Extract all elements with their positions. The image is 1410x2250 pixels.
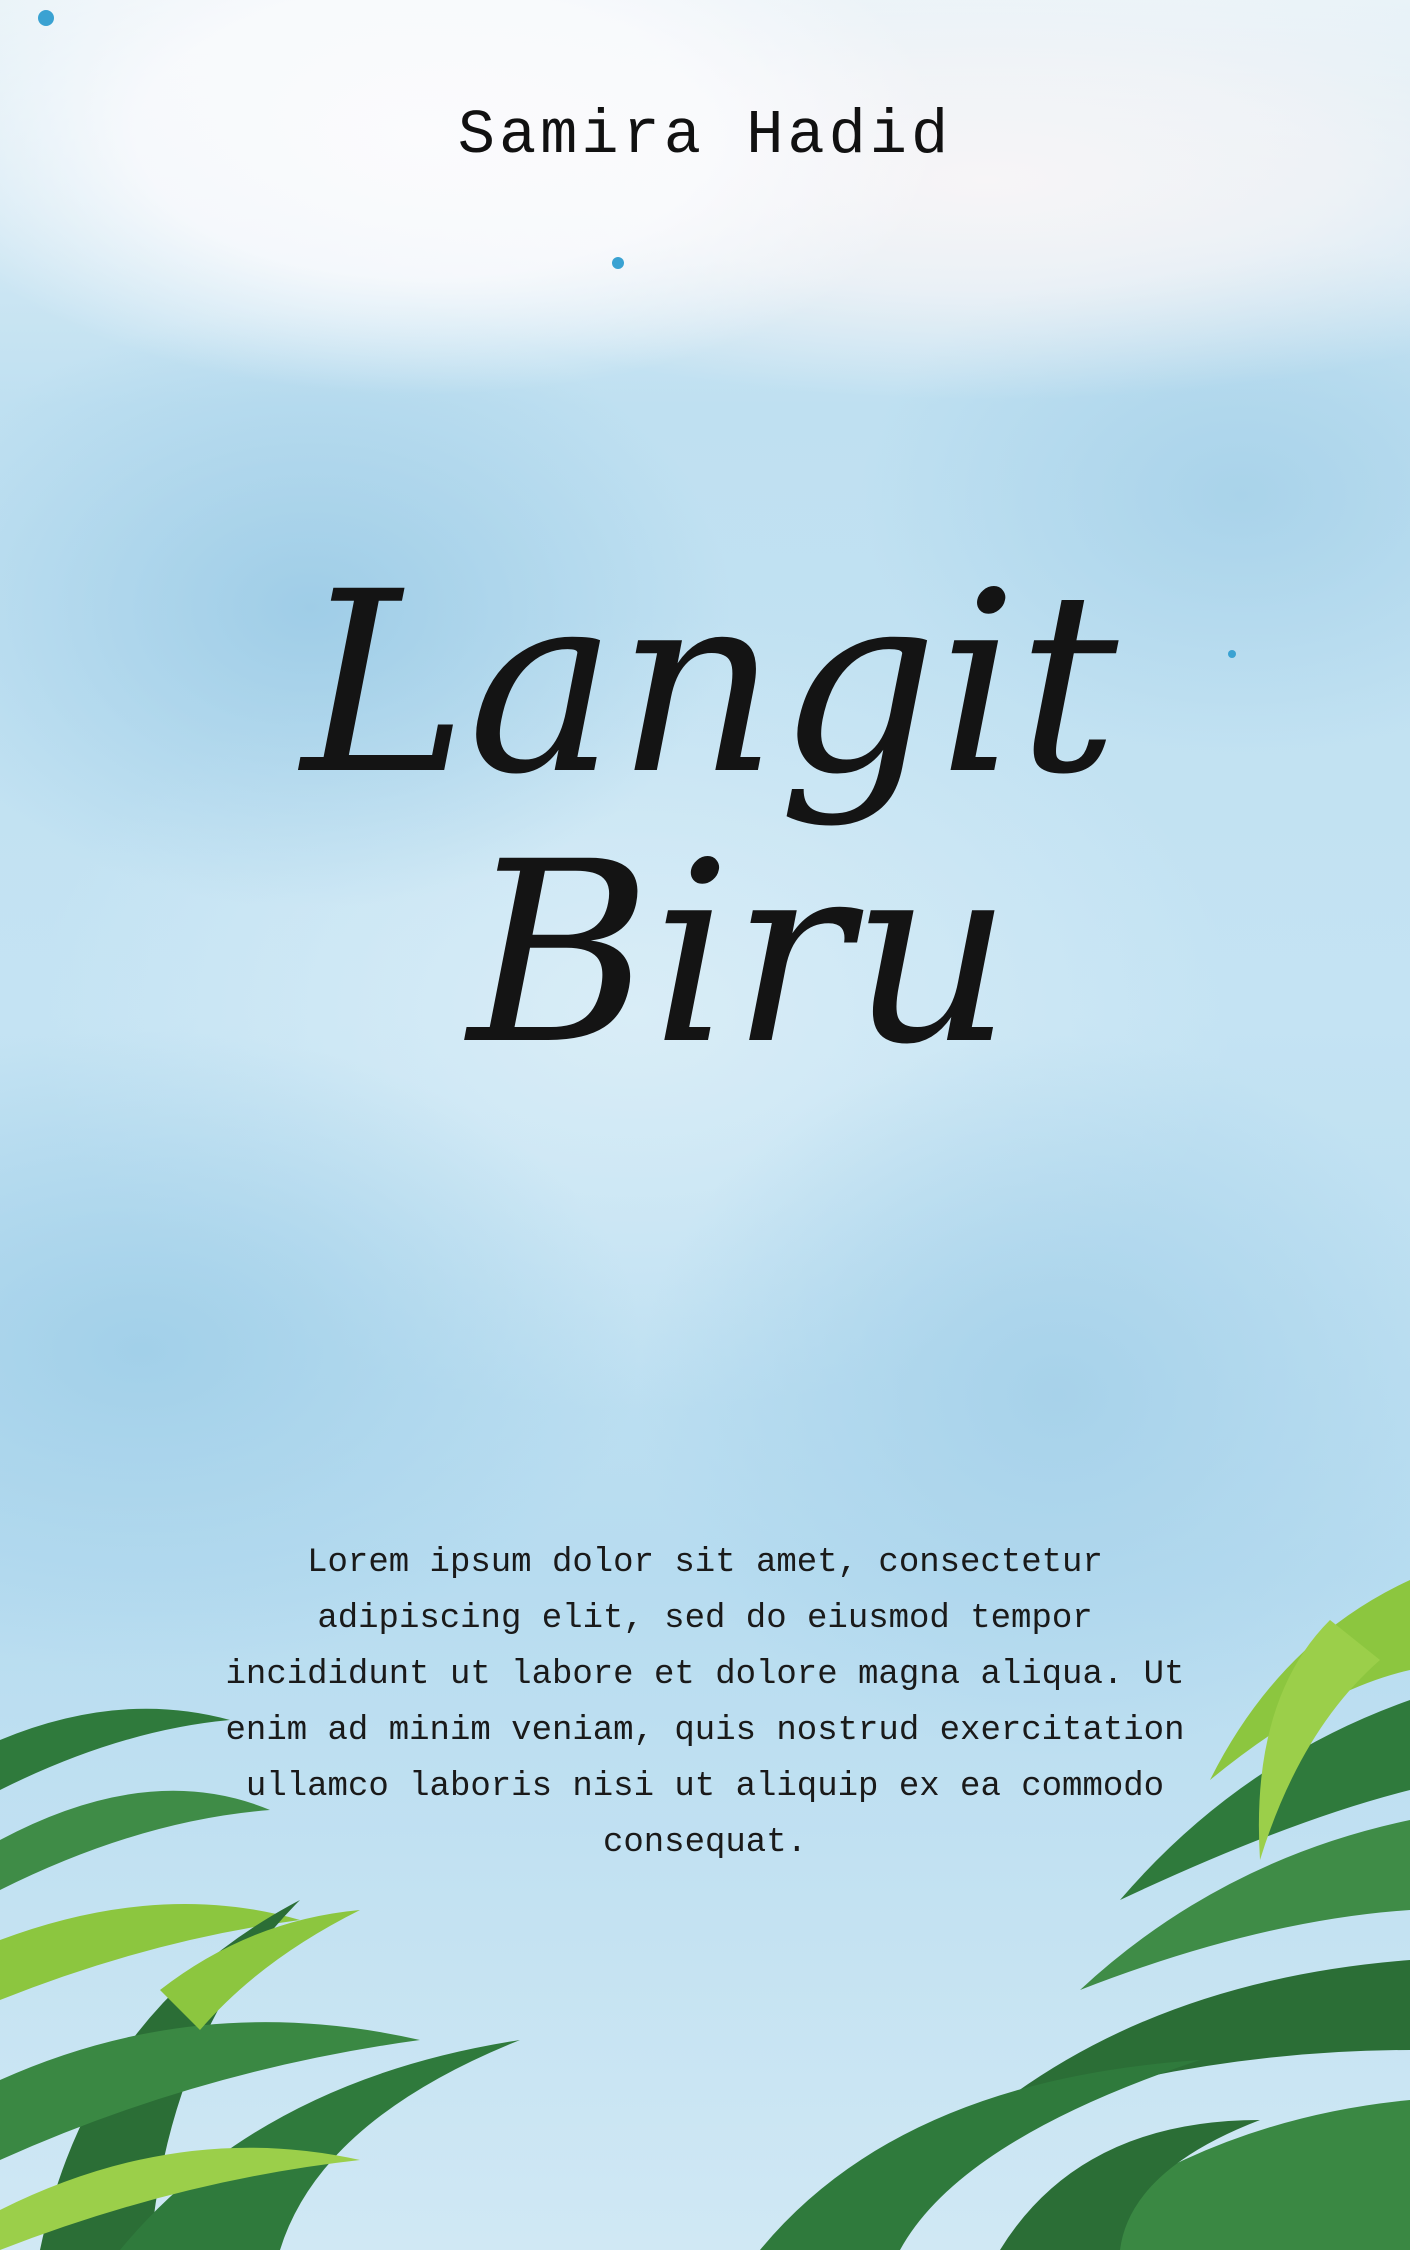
cover-blurb: Lorem ipsum dolor sit amet, consectetur … <box>225 1544 1185 1862</box>
author-name: Samira Hadid <box>457 100 953 171</box>
book-cover: Samira Hadid Langit Biru Lorem ipsum dol… <box>0 0 1410 2250</box>
book-title: Langit Biru <box>298 538 1119 1099</box>
title-line-2: Biru <box>464 808 1012 1099</box>
paint-drop <box>612 257 624 269</box>
paint-drop <box>38 10 54 26</box>
title-line-1: Langit <box>298 538 1119 829</box>
